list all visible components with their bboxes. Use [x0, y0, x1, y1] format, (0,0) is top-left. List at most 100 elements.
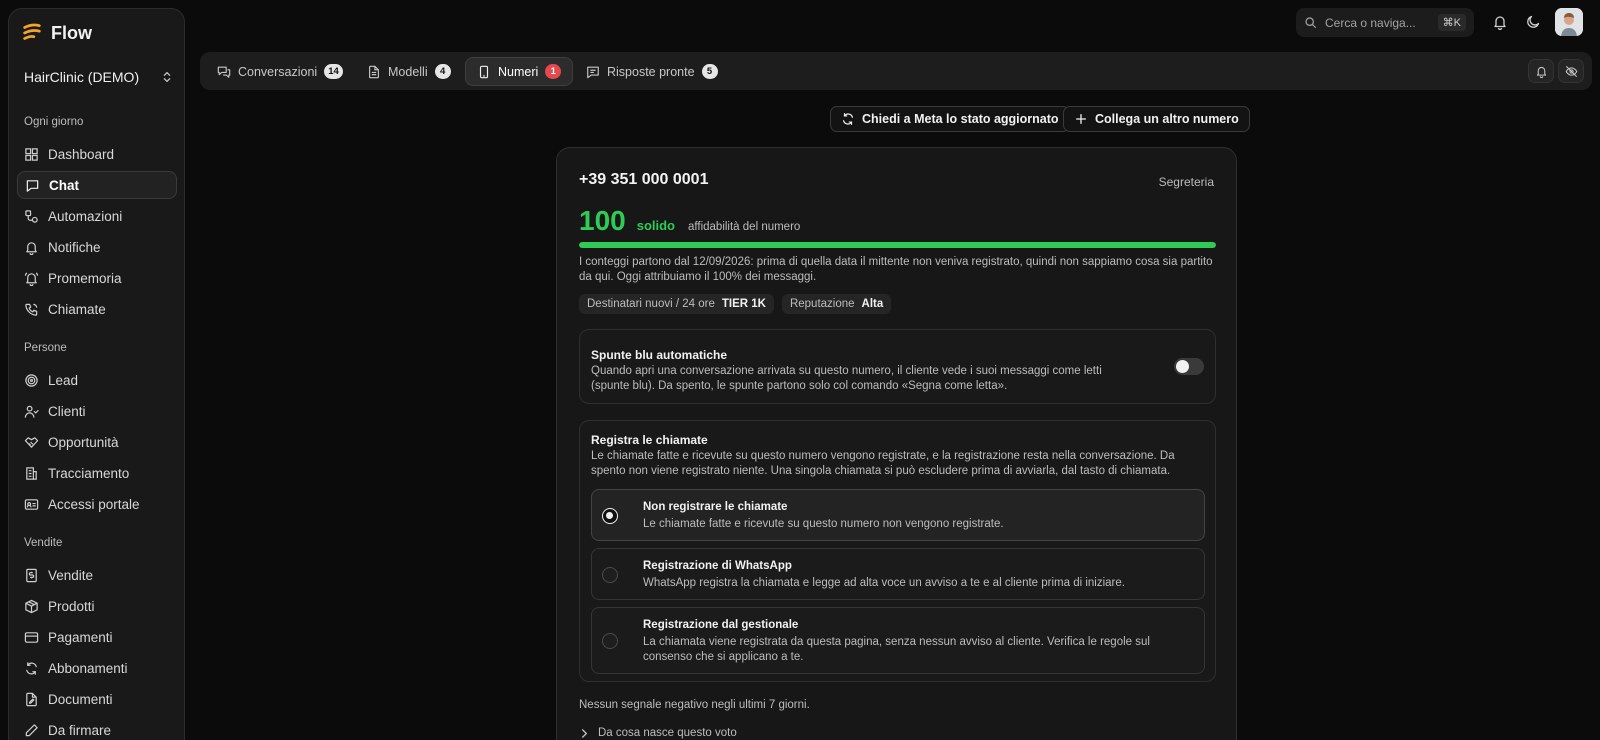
tab-bar: Conversazioni 14 Modelli 4 Numeri 1 Risp…: [200, 52, 1592, 90]
tab-label: Modelli: [388, 64, 428, 79]
sidebar-item-label: Accessi portale: [48, 496, 140, 512]
option-description: La chiamata viene registrata da questa p…: [643, 636, 1150, 663]
sidebar-item-accessi-portale[interactable]: Accessi portale: [17, 490, 177, 518]
radio-button[interactable]: [602, 508, 618, 524]
score-details-toggle[interactable]: Da cosa nasce questo voto: [579, 727, 737, 739]
credit-card-icon: [24, 631, 39, 643]
sidebar-item-notifiche[interactable]: Notifiche: [17, 233, 177, 261]
sidebar-item-da-firmare[interactable]: Da firmare: [17, 716, 177, 740]
voicemail-link[interactable]: Segreteria: [1159, 175, 1214, 189]
tab-modelli[interactable]: Modelli 4: [356, 57, 462, 86]
call-recording-title: Registra le chiamate: [591, 433, 708, 447]
number-card: +39 351 000 0001 Segreteria 100 solido a…: [556, 147, 1237, 740]
tab-conversazioni[interactable]: Conversazioni 14: [206, 57, 354, 86]
recipients-label: Destinatari nuovi / 24 ore: [587, 298, 715, 310]
sidebar-item-label: Promemoria: [48, 270, 122, 286]
sidebar-item-label: Abbonamenti: [48, 660, 128, 676]
refresh-status-button[interactable]: Chiedi a Meta lo stato aggiornato: [830, 106, 1070, 132]
count-badge: 4: [434, 64, 451, 79]
sidebar-item-label: Automazioni: [48, 208, 123, 224]
theme-toggle-button[interactable]: [1523, 12, 1543, 32]
brand-name: Flow: [51, 22, 92, 43]
call-recording-panel: Registra le chiamate Le chiamate fatte e…: [579, 420, 1216, 682]
document-edit-icon: [26, 692, 37, 706]
radio-button[interactable]: [602, 567, 618, 583]
recording-option-whatsapp[interactable]: Registrazione di WhatsApp WhatsApp regis…: [591, 548, 1205, 600]
chevron-up-down-icon: [163, 71, 171, 83]
blue-ticks-toggle[interactable]: [1174, 358, 1204, 375]
option-title: Registrazione dal gestionale: [643, 619, 799, 631]
tab-numeri[interactable]: Numeri 1: [465, 57, 574, 86]
option-description: WhatsApp registra la chiamata e legge ad…: [643, 577, 1125, 589]
sidebar-item-label: Chat: [49, 177, 79, 193]
chevron-right-icon: [581, 728, 588, 738]
flow-logo-icon: [23, 23, 41, 40]
search-icon: [1305, 17, 1316, 28]
sidebar-item-chat[interactable]: Chat: [17, 171, 177, 199]
sidebar-item-label: Vendite: [48, 567, 94, 583]
option-title: Registrazione di WhatsApp: [643, 560, 792, 572]
sidebar-item-lead[interactable]: Lead: [17, 366, 177, 394]
avatar[interactable]: [1555, 8, 1583, 36]
sidebar-item-prodotti[interactable]: Prodotti: [17, 592, 177, 620]
sidebar-item-promemoria[interactable]: Promemoria: [17, 264, 177, 292]
sidebar-item-dashboard[interactable]: Dashboard: [17, 140, 177, 168]
count-badge: 5: [701, 64, 718, 79]
bell-ring-icon: [24, 271, 39, 286]
section-title-vendite: Vendite: [24, 537, 63, 549]
attribution-note: I conteggi partono dal 12/09/2026: prima…: [579, 256, 1213, 283]
phone-number: +39 351 000 0001: [579, 171, 709, 188]
recording-option-none[interactable]: Non registrare le chiamate Le chiamate f…: [591, 489, 1205, 541]
recording-option-gestionale[interactable]: Registrazione dal gestionale La chiamata…: [591, 607, 1205, 674]
recipients-pill: Destinatari nuovi / 24 ore TIER 1K: [579, 294, 774, 314]
score-word: solido: [636, 218, 675, 233]
sidebar-item-clienti[interactable]: Clienti: [17, 397, 177, 425]
recipients-value: TIER 1K: [721, 298, 766, 310]
pen-icon: [25, 723, 38, 736]
sidebar-item-abbonamenti[interactable]: Abbonamenti: [17, 654, 177, 682]
sidebar-item-pagamenti[interactable]: Pagamenti: [17, 623, 177, 651]
plus-icon: [1075, 113, 1087, 125]
sidebar-item-vendite[interactable]: Vendite: [17, 561, 177, 589]
score-progress-fill: [579, 242, 1216, 248]
sidebar-item-label: Documenti: [48, 691, 113, 707]
target-icon: [25, 373, 38, 387]
reputation-pill: Reputazione Alta: [781, 294, 892, 314]
call-recording-description: Le chiamate fatte e ricevute su questo n…: [591, 450, 1175, 477]
moon-icon: [1527, 15, 1540, 28]
blue-ticks-title: Spunte blu automatiche: [591, 348, 728, 362]
sidebar-item-label: Pagamenti: [48, 629, 113, 645]
tab-risposte-pronte[interactable]: Risposte pronte 5: [575, 57, 729, 86]
number-stats: Destinatari nuovi / 24 ore TIER 1K Reput…: [579, 294, 892, 314]
sidebar-item-label: Clienti: [48, 403, 86, 419]
sidebar-item-tracciamento[interactable]: Tracciamento: [17, 459, 177, 487]
blue-ticks-panel: Spunte blu automatiche Quando apri una c…: [579, 329, 1216, 404]
receipt-icon: [26, 568, 37, 582]
sidebar-item-automazioni[interactable]: Automazioni: [17, 202, 177, 230]
sidebar: Flow HairClinic (DEMO) Ogni giorno Dashb…: [8, 8, 185, 740]
bell-off-icon: [1536, 66, 1546, 78]
sidebar-item-label: Da firmare: [48, 722, 112, 738]
message-template-icon: [587, 66, 599, 78]
connect-number-label: Collega un altro numero: [1095, 112, 1239, 126]
package-icon: [25, 599, 38, 613]
org-switcher[interactable]: HairClinic (DEMO): [24, 69, 174, 85]
reputation-label: Reputazione: [789, 298, 855, 310]
brand[interactable]: Flow: [21, 22, 92, 44]
score-description: affidabilità del numero: [688, 221, 801, 233]
notifications-button[interactable]: [1490, 12, 1510, 32]
hide-button[interactable]: [1558, 59, 1584, 83]
refresh-icon: [843, 113, 853, 125]
sidebar-item-documenti[interactable]: Documenti: [17, 685, 177, 713]
search-input[interactable]: Cerca o naviga... ⌘K: [1296, 8, 1474, 37]
sidebar-item-opportunita[interactable]: Opportunità: [17, 428, 177, 456]
tab-label: Numeri: [498, 64, 539, 79]
chat-icon: [26, 179, 39, 192]
mute-notifications-button[interactable]: [1528, 59, 1554, 83]
sidebar-item-label: Lead: [48, 372, 79, 388]
signals-note: Nessun segnale negativo negli ultimi 7 g…: [579, 699, 810, 711]
sidebar-item-chiamate[interactable]: Chiamate: [17, 295, 177, 323]
count-badge: 14: [324, 64, 343, 79]
radio-button[interactable]: [602, 633, 618, 649]
connect-number-button[interactable]: Collega un altro numero: [1063, 106, 1250, 132]
